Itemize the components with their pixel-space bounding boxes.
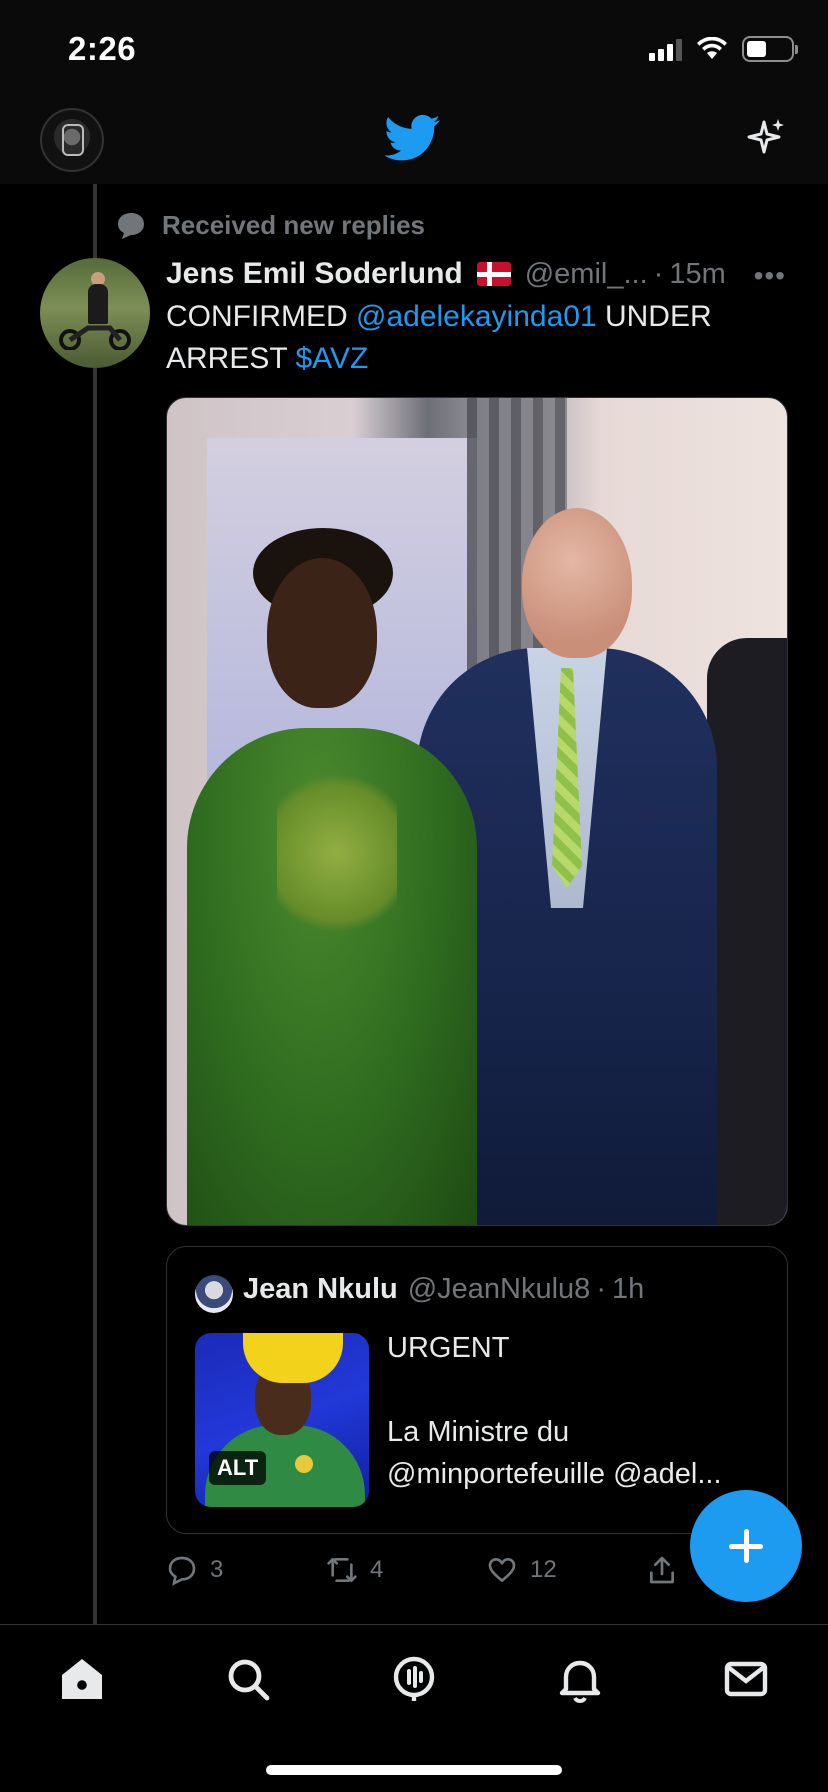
status-time: 2:26 — [68, 30, 137, 67]
author-name[interactable]: Jens Emil Soderlund — [166, 257, 463, 291]
envelope-icon — [724, 1661, 768, 1697]
retweet-button[interactable]: 4 — [326, 1554, 486, 1586]
reply-bubble-icon — [118, 212, 144, 239]
quote-tweet[interactable]: Jean Nkulu @JeanNkulu8 · 1h ALT URGENT L… — [166, 1246, 788, 1534]
author-avatar[interactable] — [40, 258, 150, 368]
more-options-icon[interactable]: ••• — [754, 260, 786, 292]
sparkle-icon[interactable] — [742, 114, 790, 162]
cellular-signal-icon — [649, 37, 682, 61]
tweet-actions: 3 4 12 — [166, 1548, 726, 1592]
tweet-text-prefix: CONFIRMED — [166, 300, 356, 333]
alt-badge[interactable]: ALT — [209, 1451, 267, 1485]
status-bar: 2:26 — [0, 0, 828, 96]
quote-author-handle: @JeanNkulu8 — [407, 1273, 591, 1305]
tab-notifications[interactable] — [554, 1653, 606, 1705]
quote-header: Jean Nkulu @JeanNkulu8 · 1h — [243, 1273, 644, 1306]
wifi-icon — [697, 37, 727, 59]
spaces-microphone-icon — [393, 1656, 435, 1701]
tweet-header: Jens Emil Soderlund @emil_... · 15m ••• — [166, 256, 786, 292]
thread-line — [93, 184, 97, 1624]
retweet-count: 4 — [370, 1556, 384, 1583]
separator-dot: · — [653, 257, 664, 290]
quote-thumbnail: ALT — [195, 1333, 369, 1507]
status-icons — [649, 36, 798, 62]
tweet-photo[interactable] — [166, 397, 788, 1226]
like-count: 12 — [530, 1556, 557, 1583]
top-nav — [0, 96, 828, 184]
quote-text: URGENT La Ministre du @minportefeuille @… — [387, 1332, 722, 1490]
tweet-text: CONFIRMED @adelekayinda01 UNDER ARREST $… — [166, 296, 786, 380]
compose-tweet-button[interactable] — [690, 1490, 802, 1602]
context-label: Received new replies — [162, 210, 426, 240]
tab-home[interactable] — [56, 1653, 108, 1705]
like-button[interactable]: 12 — [486, 1554, 646, 1586]
reply-icon — [168, 1556, 196, 1586]
reply-button[interactable]: 3 — [166, 1554, 326, 1586]
retweet-icon — [327, 1558, 357, 1582]
heart-icon — [488, 1558, 516, 1582]
reply-count: 3 — [210, 1556, 224, 1583]
cashtag-link[interactable]: $AVZ — [295, 342, 368, 375]
twitter-bird-icon[interactable] — [385, 114, 441, 162]
tab-search[interactable] — [222, 1653, 274, 1705]
profile-avatar-button[interactable] — [40, 108, 104, 172]
danish-flag-icon — [476, 262, 511, 286]
author-handle[interactable]: @emil_... — [525, 258, 648, 291]
home-indicator[interactable] — [266, 1765, 562, 1775]
home-icon — [62, 1659, 102, 1699]
share-icon — [650, 1556, 674, 1584]
tab-bar — [0, 1625, 828, 1792]
quote-author-name: Jean Nkulu — [243, 1273, 398, 1305]
quote-age: 1h — [612, 1273, 645, 1305]
tab-spaces[interactable] — [388, 1653, 440, 1705]
bell-icon — [559, 1660, 601, 1703]
tweet-age[interactable]: 15m — [669, 258, 725, 291]
social-context: Received new replies — [114, 210, 425, 241]
tab-messages[interactable] — [720, 1653, 772, 1705]
mention-link[interactable]: @adelekayinda01 — [356, 300, 597, 333]
quote-author-avatar — [195, 1275, 233, 1313]
quote-separator-dot: · — [596, 1273, 606, 1305]
battery-icon — [742, 36, 798, 62]
search-icon — [228, 1659, 270, 1701]
